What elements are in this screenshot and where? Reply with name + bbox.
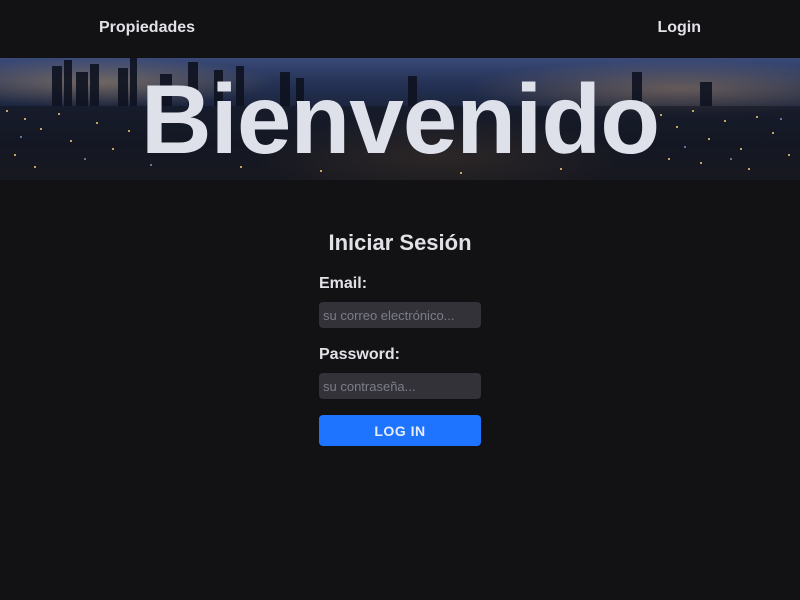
hero-banner: Bienvenido [0,58,800,180]
login-button[interactable]: LOG IN [319,415,481,446]
nav-link-propiedades[interactable]: Propiedades [99,19,195,37]
email-field[interactable] [319,302,481,328]
password-label: Password: [319,346,400,363]
password-field[interactable] [319,373,481,399]
login-form: Iniciar Sesión Email: Password: LOG IN [319,226,481,446]
hero-title: Bienvenido [140,64,660,174]
nav-link-login[interactable]: Login [657,19,701,37]
login-title: Iniciar Sesión [328,230,472,255]
email-label: Email: [319,275,368,292]
navbar: Propiedades Login [0,0,800,58]
